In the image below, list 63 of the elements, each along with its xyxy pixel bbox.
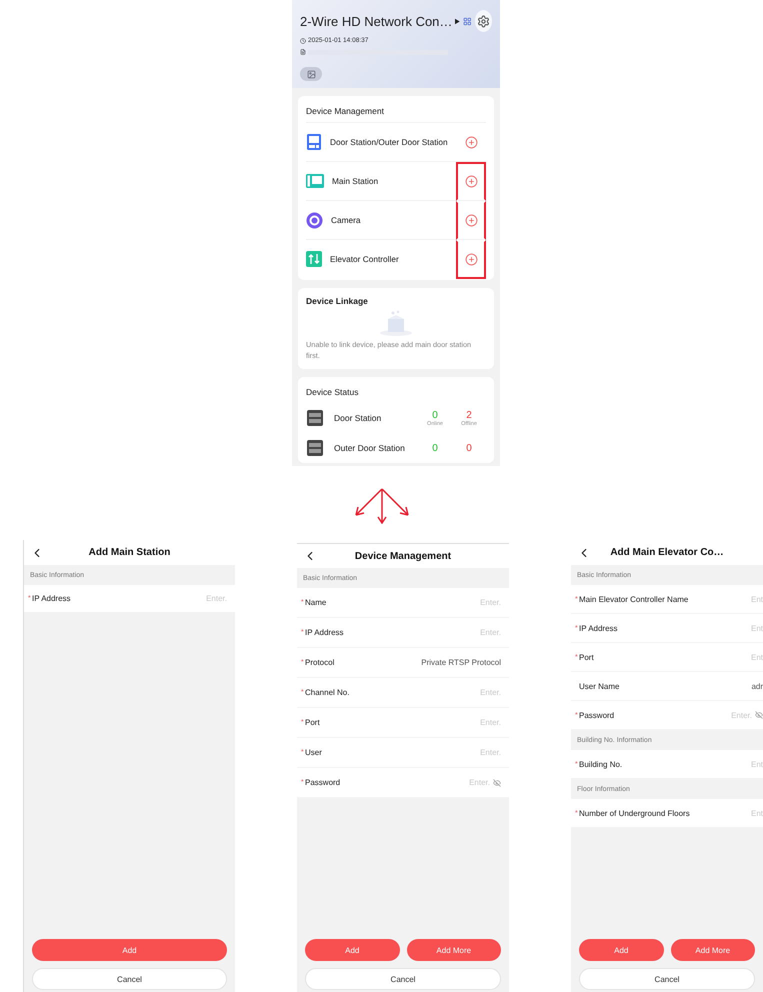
- device-type-row[interactable]: Camera: [306, 200, 486, 239]
- arrows-drawing: [354, 488, 408, 524]
- field-label: Building No.: [579, 760, 624, 768]
- field-label: Number of Underground Floors: [579, 808, 691, 818]
- triangle-icon: [455, 18, 460, 24]
- card-title: Device Management: [306, 105, 385, 118]
- door-station-icon: [306, 133, 322, 151]
- device-type-label: Door Station/Outer Door Station: [330, 137, 449, 147]
- camera-icon: [306, 212, 323, 228]
- online-count: 0: [432, 410, 438, 421]
- device-title: 2-Wire HD Network Con…: [300, 14, 452, 28]
- image-button[interactable]: [300, 67, 322, 81]
- eye-off-icon[interactable]: [755, 711, 763, 719]
- online-count: 0: [432, 442, 438, 454]
- device-type-row[interactable]: Door Station/Outer Door Station: [306, 122, 486, 161]
- clock-icon: [300, 38, 306, 44]
- field-label: IP Address: [305, 628, 345, 637]
- screen-title: Device Management: [354, 550, 452, 562]
- settings-icon: [476, 14, 490, 28]
- eye-off-icon[interactable]: [493, 778, 501, 786]
- field-label: Password: [579, 710, 616, 720]
- field-label: Protocol: [305, 658, 336, 667]
- image-icon: [306, 70, 316, 78]
- device-name: Outer Door Station: [334, 443, 406, 454]
- add-icon[interactable]: [464, 174, 478, 188]
- cancel-button[interactable]: Cancel: [305, 968, 501, 990]
- empty-box-drawing: [378, 310, 414, 336]
- device-type-label: Camera: [331, 215, 362, 225]
- field-label: Main Elevator Controller Name: [579, 594, 690, 604]
- monitor-icon: [306, 173, 324, 189]
- field-label: Password: [305, 778, 342, 787]
- grid-icon[interactable]: [463, 16, 472, 26]
- card-title: Device Linkage: [306, 296, 369, 306]
- add-icon[interactable]: [464, 214, 478, 226]
- field-label: User: [305, 748, 323, 757]
- settings-button[interactable]: [474, 10, 492, 32]
- add-icon[interactable]: [464, 252, 478, 266]
- card-title: Device Status: [306, 386, 360, 400]
- field-label: Port: [579, 652, 595, 662]
- input-field[interactable]: Private RTSP Protocol: [392, 658, 501, 667]
- offline-count: 2: [466, 410, 472, 421]
- intercom-icon: [306, 439, 324, 458]
- field-label: Port: [305, 718, 321, 727]
- add-icon[interactable]: [464, 136, 478, 148]
- document-icon: [300, 49, 306, 55]
- device-type-row[interactable]: Main Station: [306, 161, 486, 200]
- device-name: Door Station: [334, 413, 382, 424]
- device-type-label: Main Station: [332, 176, 380, 186]
- screen-title: Add Main Station: [88, 547, 172, 558]
- field-label: IP Address: [579, 624, 619, 632]
- input-field[interactable]: adr: [744, 682, 763, 690]
- cancel-button[interactable]: Cancel: [32, 968, 227, 990]
- intercom-icon: [306, 409, 324, 428]
- field-label: Name: [305, 598, 328, 607]
- elevator-icon: [306, 251, 322, 267]
- device-type-label: Elevator Controller: [330, 254, 400, 264]
- field-label: User Name: [579, 682, 620, 690]
- cancel-button[interactable]: Cancel: [579, 968, 755, 990]
- screen-title: Add Main Elevator Co…: [609, 547, 725, 558]
- field-label: Channel No.: [305, 688, 350, 697]
- field-label: IP Address: [32, 594, 72, 603]
- device-type-row[interactable]: Elevator Controller: [306, 239, 486, 278]
- offline-count: 0: [466, 442, 472, 454]
